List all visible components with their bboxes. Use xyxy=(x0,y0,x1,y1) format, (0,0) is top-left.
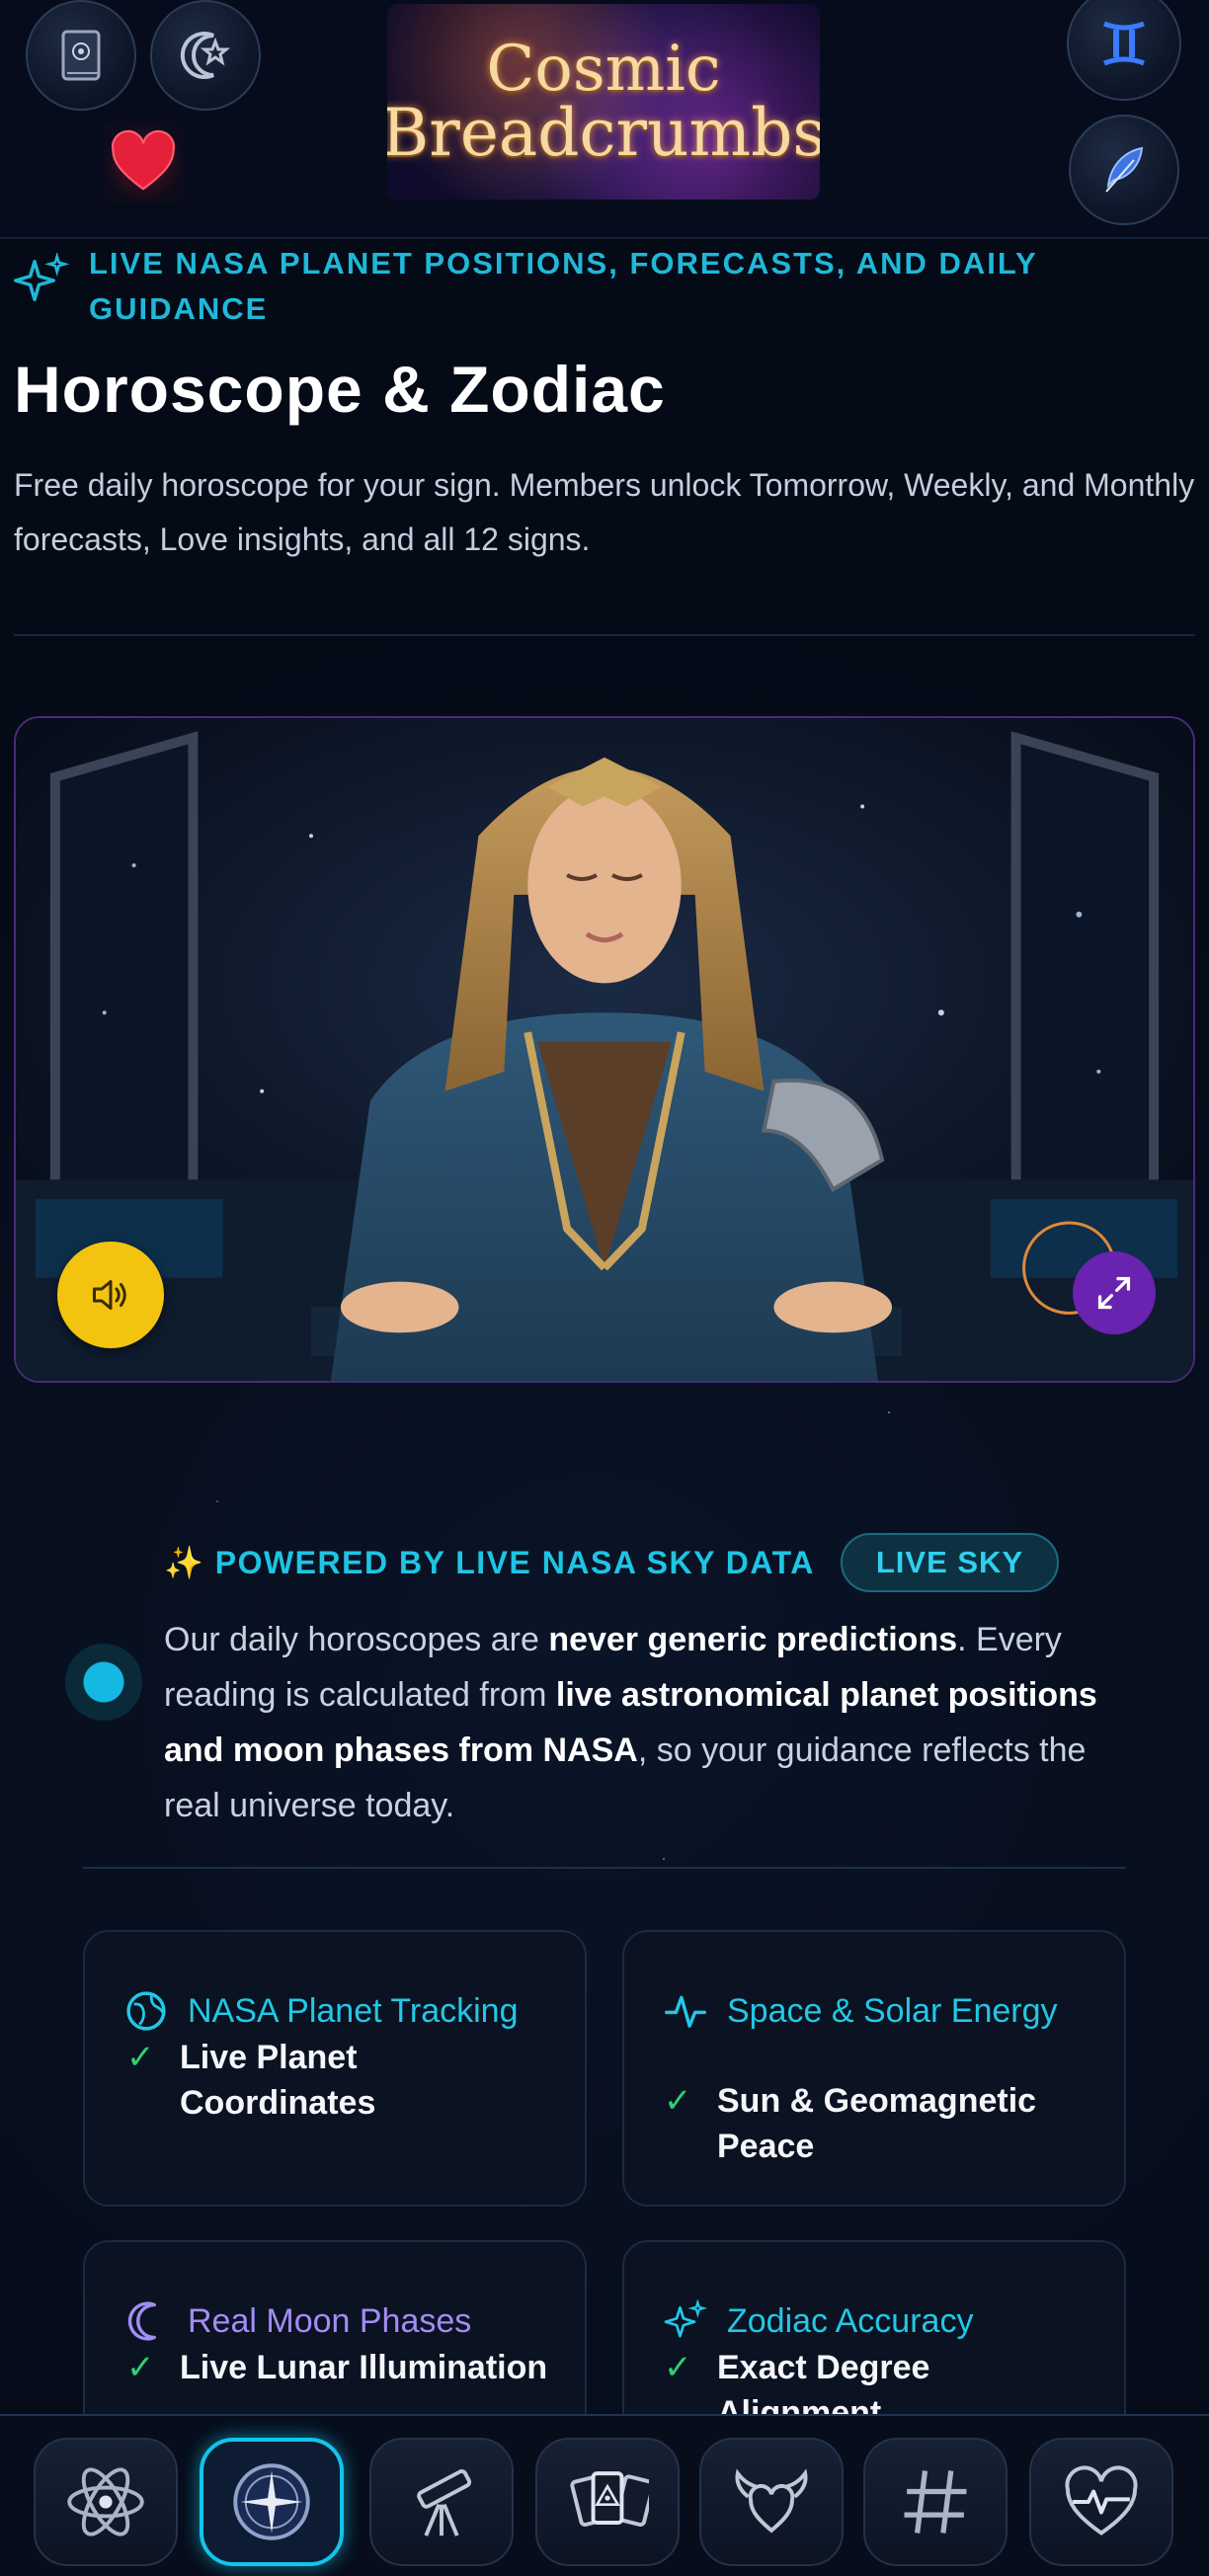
moon-star-icon xyxy=(180,32,231,79)
feather-icon xyxy=(1105,146,1144,193)
sparkle-icon xyxy=(14,253,69,301)
card-title: NASA Planet Tracking xyxy=(188,1992,519,2030)
tarot-cards-icon xyxy=(570,2471,649,2527)
speaker-icon xyxy=(93,1280,126,1310)
nav-love[interactable] xyxy=(699,2438,844,2566)
check-icon: ✓ xyxy=(664,2082,692,2120)
divider xyxy=(83,1867,1126,1869)
live-sky-badge: LIVE SKY xyxy=(840,1533,1060,1592)
sparkle-icon xyxy=(664,2299,707,2338)
heartbeat-icon xyxy=(1065,2465,1138,2536)
heart-icon xyxy=(111,129,176,191)
check-icon: ✓ xyxy=(126,2349,155,2386)
card-value: Sun & Geomagnetic Peace xyxy=(717,2082,1037,2165)
book-icon xyxy=(61,30,101,81)
book-button[interactable] xyxy=(26,0,136,111)
feature-card-planet-tracking: NASA Planet Tracking ✓ Live Planet Coord… xyxy=(83,1930,587,2207)
nav-numerology[interactable] xyxy=(863,2438,1008,2566)
bottom-navigation xyxy=(0,2414,1209,2576)
moon-star-button[interactable] xyxy=(150,0,261,111)
logo-line-1: Cosmic xyxy=(486,33,721,106)
hashtag-icon xyxy=(904,2470,967,2534)
pulse-icon xyxy=(665,1995,706,2028)
card-value: Live Lunar Illumination xyxy=(180,2349,548,2386)
globe-icon xyxy=(126,1991,166,2031)
check-icon: ✓ xyxy=(126,2039,155,2076)
app-logo[interactable]: Cosmic Breadcrumbs xyxy=(387,4,820,200)
zodiac-sign-button[interactable] xyxy=(1067,0,1181,101)
telescope-icon xyxy=(417,2469,472,2536)
nasa-section-header: ✨ POWERED BY LIVE NASA SKY DATA LIVE SKY xyxy=(164,1533,1060,1592)
app-header: Cosmic Breadcrumbs xyxy=(0,0,1209,239)
nav-telescope[interactable] xyxy=(369,2438,514,2566)
video-player[interactable] xyxy=(14,716,1195,1383)
page-description: Free daily horoscope for your sign. Memb… xyxy=(14,467,1195,557)
gemini-icon xyxy=(1103,21,1145,66)
card-value: Live Planet Coordinates xyxy=(180,2039,376,2122)
favorite-button[interactable] xyxy=(103,122,184,203)
live-indicator-dot xyxy=(65,1644,142,1721)
logo-line-2: Breadcrumbs xyxy=(387,95,820,171)
sound-toggle-button[interactable] xyxy=(57,1242,164,1348)
divider xyxy=(14,634,1195,636)
nav-health[interactable] xyxy=(1029,2438,1173,2566)
astrologer-video-frame xyxy=(16,718,1193,1381)
expand-icon xyxy=(1097,1276,1131,1310)
moon-icon xyxy=(127,2301,156,2341)
nasa-text: Our daily horoscopes are xyxy=(164,1621,549,1658)
winged-heart-icon xyxy=(735,2468,808,2534)
eyebrow: LIVE NASA PLANET POSITIONS, FORECASTS, A… xyxy=(14,237,1199,332)
atom-icon xyxy=(67,2467,144,2536)
nav-tarot[interactable] xyxy=(535,2438,680,2566)
nasa-description: Our daily horoscopes are never generic p… xyxy=(164,1612,1132,1833)
card-title: Real Moon Phases xyxy=(188,2302,472,2340)
compass-icon xyxy=(233,2463,310,2540)
card-title: Space & Solar Energy xyxy=(727,1992,1058,2030)
page-title: Horoscope & Zodiac xyxy=(14,353,666,426)
nasa-heading: ✨ POWERED BY LIVE NASA SKY DATA xyxy=(164,1545,815,1580)
nasa-text-bold: never generic predictions xyxy=(548,1621,958,1658)
eyebrow-text: LIVE NASA PLANET POSITIONS, FORECASTS, A… xyxy=(89,246,1038,326)
fullscreen-button[interactable] xyxy=(1073,1251,1156,1334)
feature-card-solar-energy: Space & Solar Energy ✓ Sun & Geomagnetic… xyxy=(622,1930,1126,2207)
check-icon: ✓ xyxy=(664,2349,692,2386)
nav-horoscope[interactable] xyxy=(200,2438,344,2566)
journal-button[interactable] xyxy=(1069,115,1179,225)
nav-atom[interactable] xyxy=(34,2438,178,2566)
card-title: Zodiac Accuracy xyxy=(727,2302,974,2340)
